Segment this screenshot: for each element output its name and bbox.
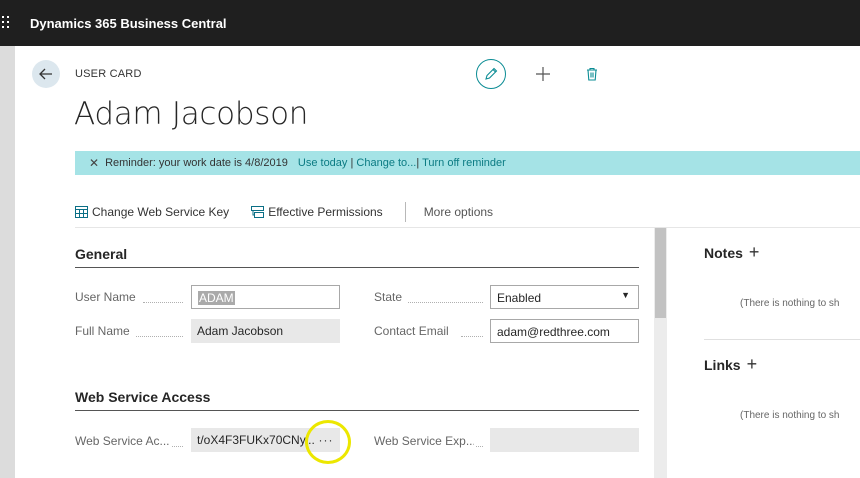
change-web-service-key-label: Change Web Service Key (92, 205, 230, 219)
web-service-expiry-leader (476, 446, 483, 447)
full-name-leader (136, 336, 183, 337)
state-value: Enabled (497, 291, 542, 305)
add-note-plus-icon[interactable]: + (749, 242, 760, 263)
user-name-input[interactable]: ADAM (191, 285, 340, 309)
pencil-icon (485, 67, 498, 80)
change-web-service-key-action[interactable]: Change Web Service Key (75, 205, 229, 219)
change-to-link[interactable]: Change to... (356, 157, 416, 169)
user-name-leader (143, 302, 183, 303)
contact-email-leader (461, 336, 483, 337)
add-link-plus-icon[interactable]: + (747, 354, 758, 375)
caret-down-icon: ▼ (621, 290, 630, 300)
more-options-button[interactable]: More options (424, 205, 493, 219)
left-margin-strip (0, 46, 15, 478)
effective-permissions-label: Effective Permissions (268, 205, 383, 219)
contact-email-input[interactable]: adam@redthree.com (490, 319, 639, 343)
top-bar: Dynamics 365 Business Central (0, 0, 860, 46)
state-select[interactable]: Enabled ▼ (490, 285, 639, 309)
web-service-key-label: Web Service Ac... (75, 434, 170, 448)
edit-button[interactable] (476, 59, 506, 89)
links-empty-message: (There is nothing to sh (740, 410, 840, 421)
reminder-separator: | (350, 157, 354, 169)
general-section-title[interactable]: General (75, 246, 127, 262)
state-leader (408, 302, 483, 303)
trash-icon (587, 67, 597, 81)
action-divider (404, 202, 406, 222)
contact-email-label: Contact Email (374, 324, 449, 338)
action-bar-divider (75, 227, 860, 228)
app-launcher-icon[interactable] (2, 16, 12, 30)
close-icon[interactable]: ✕ (89, 156, 99, 170)
general-section-rule (75, 267, 639, 268)
page-type-label: USER CARD (75, 68, 142, 80)
app-title[interactable]: Dynamics 365 Business Central (30, 16, 227, 31)
notes-empty-message: (There is nothing to sh (740, 298, 840, 309)
arrow-left-icon (39, 68, 52, 80)
new-button[interactable] (532, 62, 554, 86)
reminder-separator-2: | (416, 157, 420, 169)
web-service-key-leader (172, 446, 183, 447)
user-name-label: User Name (75, 290, 136, 304)
plus-icon (536, 67, 550, 81)
links-title: Links (704, 356, 741, 373)
content-scrollbar-thumb[interactable] (655, 228, 666, 318)
web-service-section-rule (75, 410, 639, 411)
reminder-message: Reminder: your work date is 4/8/2019 (105, 157, 288, 169)
use-today-link[interactable]: Use today (298, 157, 348, 169)
factbox-divider (704, 339, 860, 340)
full-name-label: Full Name (75, 324, 130, 338)
highlight-annotation-circle (305, 420, 351, 464)
web-service-expiry-label: Web Service Exp... (374, 434, 474, 448)
user-name-value: ADAM (198, 291, 235, 305)
notes-title: Notes (704, 244, 743, 261)
links-factbox-title[interactable]: Links + (704, 354, 757, 375)
page-title: Adam Jacobson (74, 96, 309, 132)
web-service-access-section-title[interactable]: Web Service Access (75, 389, 210, 405)
delete-button[interactable] (582, 63, 602, 85)
turn-off-reminder-link[interactable]: Turn off reminder (422, 157, 506, 169)
permissions-icon (251, 206, 265, 218)
work-date-reminder-bar: ✕ Reminder: your work date is 4/8/2019 U… (75, 151, 860, 175)
full-name-field: Adam Jacobson (191, 319, 340, 343)
key-table-icon (75, 206, 88, 218)
back-button[interactable] (32, 60, 60, 88)
action-bar: Change Web Service Key Effective Permiss… (75, 202, 493, 222)
notes-factbox-title[interactable]: Notes + (704, 242, 759, 263)
effective-permissions-action[interactable]: Effective Permissions (251, 205, 383, 219)
web-service-expiry-field (490, 428, 639, 452)
state-label: State (374, 290, 403, 304)
